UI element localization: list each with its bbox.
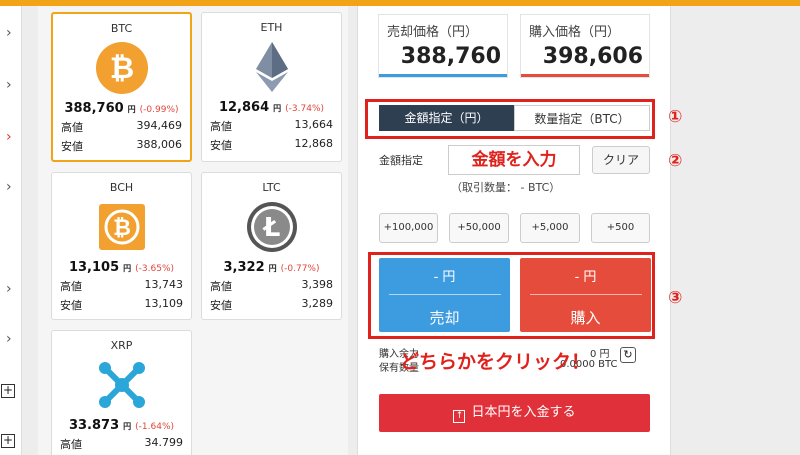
bitcoin-icon: ₿ bbox=[95, 42, 148, 94]
coin-low: 3,289 bbox=[301, 297, 334, 310]
quick-add-100000-button[interactable]: +100,000 bbox=[379, 213, 438, 243]
sell-price-label: 売却価格（円） bbox=[387, 25, 479, 40]
refresh-icon[interactable]: ↻ bbox=[620, 347, 636, 363]
chevron-right-icon[interactable]: › bbox=[6, 332, 12, 346]
chevron-right-icon[interactable]: › bbox=[6, 180, 12, 194]
trade-quantity-note: （取引数量： - BTC） bbox=[451, 181, 561, 194]
coin-symbol: BCH bbox=[109, 181, 134, 194]
deposit-label: 日本円を入金する bbox=[471, 405, 576, 420]
coin-low: 12,868 bbox=[294, 137, 334, 150]
quick-add-500-button[interactable]: +500 bbox=[591, 213, 650, 243]
marker-one: ① bbox=[668, 107, 683, 127]
buying-power-value: 0 円 bbox=[590, 349, 610, 360]
coin-card-xrp[interactable]: XRP 33.873 円 (-1.64%) 高値 34.799 bbox=[51, 330, 192, 455]
sell-price-box: 売却価格（円） 388,760 bbox=[378, 14, 508, 78]
coin-list-panel: BTC ₿ 388,760 円 (-0.99%) 高値 394,469 安値 388,… bbox=[38, 6, 348, 455]
coin-high: 394,469 bbox=[136, 119, 183, 132]
quick-add-5000-button[interactable]: +5,000 bbox=[520, 213, 580, 243]
coin-symbol: XRP bbox=[110, 339, 133, 352]
svg-text:₿: ₿ bbox=[113, 216, 131, 241]
coin-high: 34.799 bbox=[144, 436, 184, 449]
coin-price: 12,864 bbox=[218, 100, 270, 115]
quick-add-50000-button[interactable]: +50,000 bbox=[449, 213, 509, 243]
coin-high: 13,743 bbox=[144, 278, 184, 291]
coin-card-btc[interactable]: BTC ₿ 388,760 円 (-0.99%) 高値 394,469 安値 388,… bbox=[51, 12, 192, 162]
coin-symbol: BTC bbox=[110, 22, 133, 35]
coin-price: 13,105 bbox=[68, 260, 120, 275]
coin-change: (-3.65%) bbox=[135, 264, 175, 274]
svg-text:Ł: Ł bbox=[261, 213, 280, 243]
buy-label: 購入 bbox=[570, 309, 601, 327]
coin-change: (-1.64%) bbox=[135, 422, 175, 432]
tab-quantity[interactable]: 数量指定（BTC） bbox=[514, 105, 650, 131]
buy-price-label: 購入価格（円） bbox=[529, 25, 621, 40]
coin-card-bch[interactable]: BCH ₿ 13,105 円 (-3.65%) 高値 13,743 安値 13,109 bbox=[51, 172, 192, 320]
sell-price-value: 388,760 bbox=[400, 44, 501, 69]
coin-symbol: LTC bbox=[262, 181, 281, 194]
coin-low: 388,006 bbox=[136, 138, 183, 151]
tab-amount[interactable]: 金額指定（円） bbox=[379, 105, 514, 131]
amount-input[interactable]: 金額を入力 bbox=[448, 145, 580, 175]
buy-price-value: 398,606 bbox=[542, 44, 643, 69]
coin-high: 3,398 bbox=[301, 278, 334, 291]
chevron-right-icon[interactable]: › bbox=[6, 78, 12, 92]
ripple-icon bbox=[98, 362, 145, 408]
amount-label: 金額指定 bbox=[379, 154, 423, 167]
sell-button[interactable]: - 円 売却 bbox=[379, 258, 510, 332]
coin-low: 13,109 bbox=[144, 297, 184, 310]
buy-price-box: 購入価格（円） 398,606 bbox=[520, 14, 650, 78]
chevron-right-icon[interactable]: › bbox=[6, 282, 12, 296]
chevron-right-icon[interactable]: › bbox=[6, 26, 12, 40]
sell-label: 売却 bbox=[429, 309, 460, 327]
deposit-icon: ↑ bbox=[453, 410, 466, 423]
buy-button[interactable]: - 円 購入 bbox=[520, 258, 651, 332]
marker-two: ② bbox=[668, 151, 683, 171]
bitcoin-cash-icon: ₿ bbox=[98, 204, 145, 250]
coin-change: (-0.77%) bbox=[280, 264, 320, 274]
ethereum-icon bbox=[255, 42, 288, 92]
expand-plus-icon[interactable]: + bbox=[1, 384, 15, 398]
expand-plus-icon[interactable]: + bbox=[1, 434, 15, 448]
svg-text:₿: ₿ bbox=[109, 51, 133, 86]
marker-three: ③ bbox=[668, 288, 683, 308]
left-nav: › › › › › › + + bbox=[0, 6, 22, 455]
clear-button[interactable]: クリア bbox=[592, 146, 650, 174]
coin-price: 3,322 bbox=[223, 260, 265, 275]
coin-price: 33.873 bbox=[68, 418, 120, 433]
deposit-jpy-button[interactable]: ↑ 日本円を入金する bbox=[379, 394, 650, 432]
chevron-right-icon[interactable]: › bbox=[6, 130, 12, 144]
coin-card-ltc[interactable]: LTC Ł 3,322 円 (-0.77%) 高値 3,398 安値 3,289 bbox=[201, 172, 342, 320]
coin-price: 388,760 bbox=[64, 101, 124, 116]
buy-yen: - 円 bbox=[574, 270, 597, 285]
sell-yen: - 円 bbox=[433, 270, 456, 285]
coin-high: 13,664 bbox=[294, 118, 334, 131]
coin-change: (-3.74%) bbox=[285, 104, 325, 114]
instruction-text: どちらかをクリック！ bbox=[400, 351, 591, 373]
coin-symbol: ETH bbox=[260, 21, 283, 34]
coin-card-eth[interactable]: ETH 12,864 円 (-3.74%) 高値 13,664 安値 12,868 bbox=[201, 12, 342, 162]
litecoin-icon: Ł bbox=[246, 202, 297, 252]
coin-change: (-0.99%) bbox=[139, 105, 179, 115]
